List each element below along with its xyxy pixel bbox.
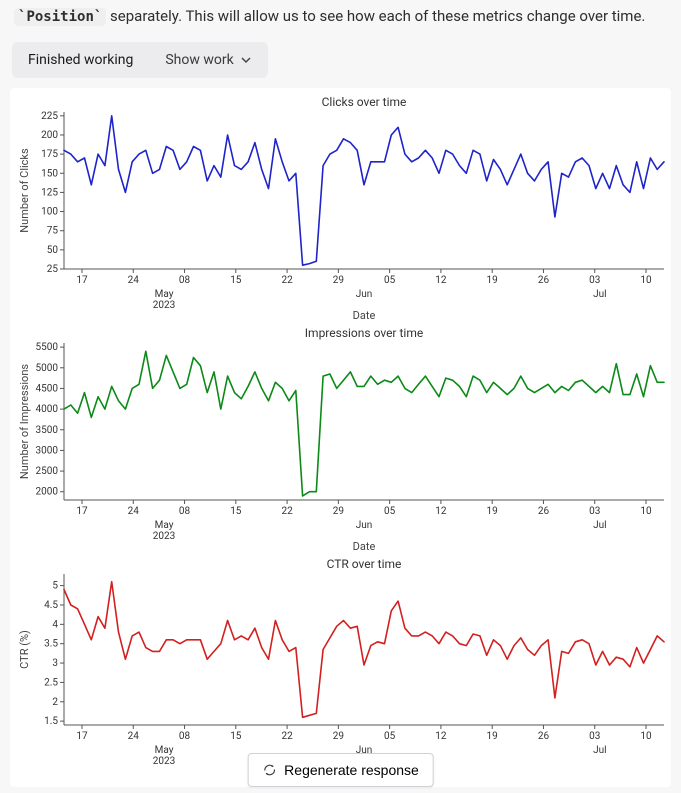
svg-text:May: May — [155, 520, 174, 531]
regenerate-wrapper: Regenerate response — [247, 753, 434, 787]
svg-text:175: 175 — [41, 149, 58, 160]
svg-text:3: 3 — [52, 658, 58, 669]
svg-text:12: 12 — [435, 275, 447, 286]
svg-text:50: 50 — [47, 245, 59, 256]
svg-text:03: 03 — [589, 275, 600, 286]
svg-text:24: 24 — [128, 731, 140, 742]
chart-title: Impressions over time — [305, 326, 423, 340]
svg-text:22: 22 — [281, 506, 293, 517]
svg-text:150: 150 — [41, 168, 58, 179]
svg-text:Number of Impressions: Number of Impressions — [18, 363, 31, 479]
svg-text:2500: 2500 — [36, 466, 59, 477]
svg-text:26: 26 — [538, 731, 550, 742]
intro-rest: separately. This will allow us to see ho… — [110, 7, 645, 25]
svg-text:2023: 2023 — [153, 756, 175, 767]
svg-text:125: 125 — [41, 187, 58, 198]
chart-impressions: Impressions over time 2000 2500 3000 3500 400… — [14, 323, 667, 554]
svg-text:22: 22 — [281, 275, 293, 286]
show-work-label: Show work — [165, 52, 233, 68]
svg-text:29: 29 — [333, 275, 344, 286]
svg-text:Jun: Jun — [356, 289, 373, 300]
svg-text:17: 17 — [76, 275, 88, 286]
svg-text:12: 12 — [435, 506, 447, 517]
svg-text:03: 03 — [589, 506, 600, 517]
chart-title: Clicks over time — [322, 95, 407, 109]
svg-text:10: 10 — [640, 731, 652, 742]
intro-text: `Position` separately. This will allow u… — [0, 0, 681, 38]
svg-text:29: 29 — [333, 506, 344, 517]
svg-text:08: 08 — [179, 731, 191, 742]
svg-text:24: 24 — [128, 506, 140, 517]
svg-text:12: 12 — [435, 731, 447, 742]
chart-title: CTR over time — [327, 557, 402, 571]
svg-text:19: 19 — [487, 275, 498, 286]
svg-text:5500: 5500 — [36, 342, 59, 353]
svg-text:08: 08 — [179, 506, 191, 517]
svg-text:2000: 2000 — [36, 486, 59, 497]
code-token: `Position` — [14, 8, 106, 26]
svg-text:CTR (%): CTR (%) — [18, 630, 31, 669]
svg-text:Number of Clicks: Number of Clicks — [18, 148, 31, 233]
svg-text:08: 08 — [179, 275, 191, 286]
svg-text:2.5: 2.5 — [44, 677, 58, 688]
svg-text:05: 05 — [384, 275, 396, 286]
svg-text:4500: 4500 — [36, 383, 59, 394]
svg-text:15: 15 — [230, 506, 242, 517]
svg-text:26: 26 — [538, 275, 550, 286]
svg-text:15: 15 — [230, 731, 242, 742]
show-work-toggle[interactable]: Show work — [165, 52, 251, 68]
svg-text:24: 24 — [128, 275, 140, 286]
svg-text:10: 10 — [640, 275, 652, 286]
svg-text:26: 26 — [538, 506, 550, 517]
svg-text:2: 2 — [52, 697, 58, 708]
svg-text:17: 17 — [76, 731, 88, 742]
regenerate-label: Regenerate response — [284, 762, 419, 778]
svg-text:May: May — [155, 745, 174, 756]
chart-card: Clicks over time255075100125150175200225… — [10, 88, 671, 787]
svg-text:17: 17 — [76, 506, 88, 517]
refresh-icon — [262, 763, 276, 777]
svg-text:19: 19 — [487, 506, 498, 517]
svg-text:5000: 5000 — [36, 363, 59, 374]
svg-text:3000: 3000 — [36, 445, 59, 456]
work-bar: Finished working Show work — [12, 42, 268, 78]
svg-text:3500: 3500 — [36, 425, 59, 436]
svg-text:Date: Date — [353, 540, 376, 553]
svg-text:1.5: 1.5 — [44, 716, 58, 727]
svg-text:25: 25 — [47, 264, 59, 275]
svg-text:10: 10 — [640, 506, 652, 517]
svg-text:4.5: 4.5 — [44, 600, 58, 611]
svg-text:4: 4 — [52, 619, 58, 630]
work-status: Finished working — [28, 52, 133, 68]
svg-text:29: 29 — [333, 731, 344, 742]
svg-text:5: 5 — [52, 580, 58, 591]
svg-text:2023: 2023 — [153, 531, 175, 542]
regenerate-button[interactable]: Regenerate response — [247, 753, 434, 787]
svg-text:2023: 2023 — [153, 300, 175, 311]
svg-text:Jun: Jun — [356, 520, 373, 531]
svg-text:3.5: 3.5 — [44, 638, 58, 649]
svg-text:19: 19 — [487, 731, 498, 742]
svg-text:Jul: Jul — [593, 520, 606, 531]
svg-text:4000: 4000 — [36, 404, 59, 415]
svg-text:225: 225 — [41, 111, 58, 122]
svg-text:100: 100 — [41, 206, 58, 217]
svg-text:05: 05 — [384, 506, 396, 517]
svg-text:03: 03 — [589, 731, 600, 742]
svg-text:May: May — [155, 289, 174, 300]
svg-text:Date: Date — [353, 309, 376, 322]
svg-text:Jul: Jul — [593, 289, 606, 300]
svg-text:22: 22 — [281, 731, 293, 742]
svg-text:05: 05 — [384, 731, 396, 742]
chart-ctr: CTR over time 1.5 2 2.5 3 3.5 4 4.5 5 CTR (%) 17 24… — [14, 554, 667, 779]
chevron-down-icon — [240, 54, 252, 66]
svg-text:15: 15 — [230, 275, 242, 286]
svg-text:75: 75 — [47, 225, 59, 236]
svg-text:Jul: Jul — [593, 745, 606, 756]
svg-text:200: 200 — [41, 130, 58, 141]
chart-clicks: Clicks over time 25 50 75 100 125 150 175 200 225… — [14, 92, 667, 323]
